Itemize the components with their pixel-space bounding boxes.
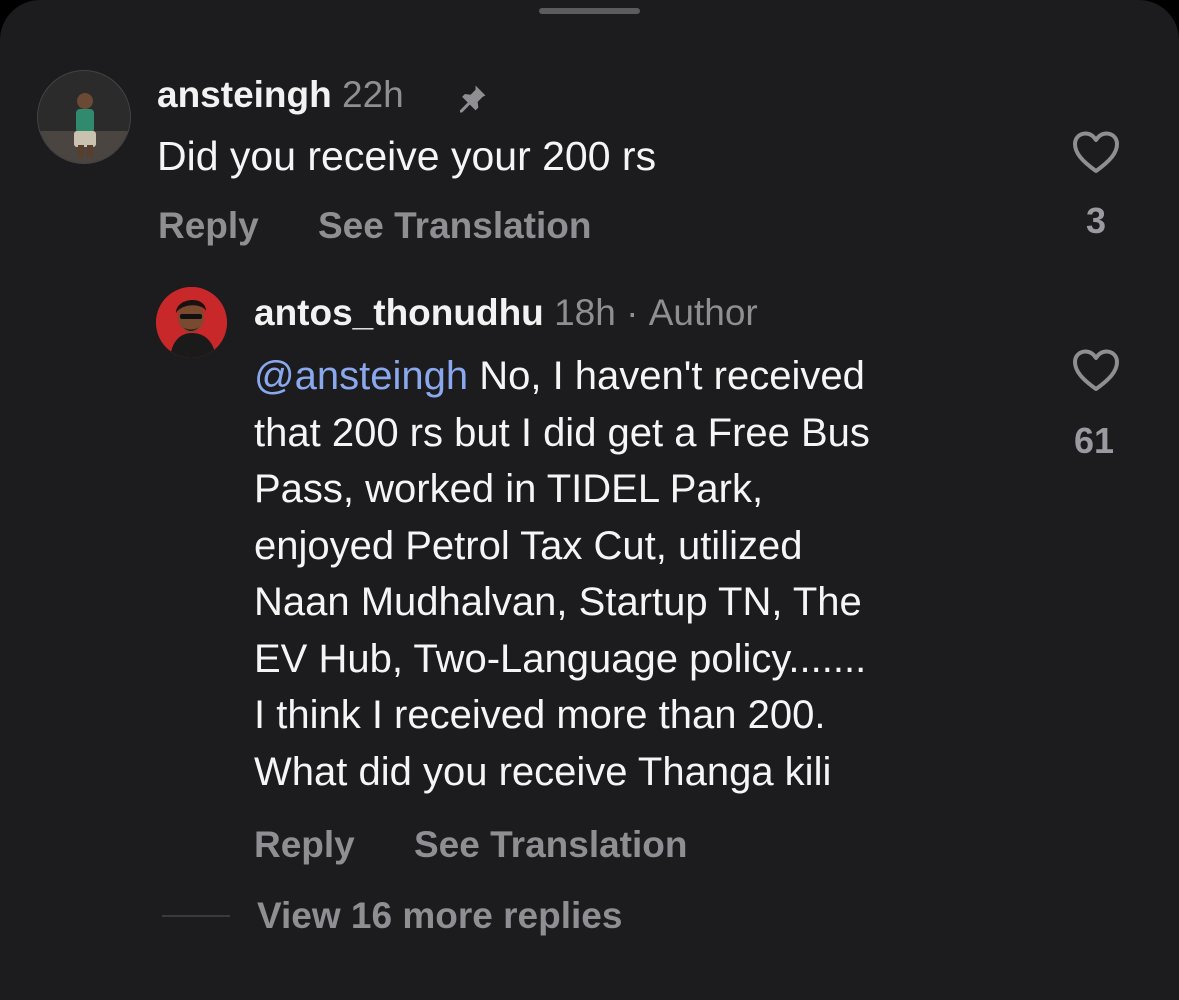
like-count: 3	[1085, 200, 1107, 241]
comment-timestamp: 22h	[342, 74, 404, 115]
reply-text-line: Pass, worked in TIDEL Park,	[254, 467, 764, 511]
author-badge: Author	[648, 292, 758, 333]
reply-text: @ansteingh No, I haven't received that 2…	[254, 348, 870, 800]
avatar[interactable]	[37, 70, 131, 164]
reply-button[interactable]: Reply	[158, 205, 259, 247]
separator-dot: ·	[626, 292, 639, 333]
reply-header: antos_thonudhu 18h · Author	[254, 292, 758, 334]
reply-timestamp: 18h	[554, 292, 616, 333]
see-translation-button[interactable]: See Translation	[318, 205, 592, 247]
reply-text-line: What did you receive Thanga kili	[254, 749, 832, 794]
reply-text-line: enjoyed Petrol Tax Cut, utilized	[254, 523, 803, 568]
comments-sheet: ansteingh 22h Did you receive your 200 r…	[0, 0, 1179, 1000]
comment-username[interactable]: ansteingh	[157, 74, 332, 115]
mention-link[interactable]: @ansteingh	[254, 354, 468, 398]
divider-line	[162, 915, 230, 917]
avatar[interactable]	[156, 287, 227, 358]
reply-text-line: EV Hub, Two-Language policy.......	[254, 636, 867, 681]
reply-text-line: Naan Mudhalvan, Startup TN, The	[254, 580, 862, 624]
reply-text-line: I think I received more than 200.	[254, 693, 826, 737]
reply-button[interactable]: Reply	[254, 824, 355, 866]
comment-text: Did you receive your 200 rs	[157, 133, 657, 179]
reply-username[interactable]: antos_thonudhu	[254, 292, 544, 333]
sheet-grabber-handle[interactable]	[539, 8, 640, 14]
heart-icon[interactable]	[1072, 131, 1120, 175]
view-more-replies-button[interactable]: View 16 more replies	[257, 895, 622, 937]
reply-text-line: that 200 rs but I did get a Free Bus	[254, 410, 870, 455]
like-count: 61	[1073, 420, 1115, 461]
reply-text-line: No, I haven't received	[468, 354, 865, 398]
pin-icon	[459, 85, 486, 113]
comment-header: ansteingh 22h	[157, 74, 404, 116]
see-translation-button[interactable]: See Translation	[414, 824, 688, 866]
heart-icon[interactable]	[1072, 349, 1120, 393]
